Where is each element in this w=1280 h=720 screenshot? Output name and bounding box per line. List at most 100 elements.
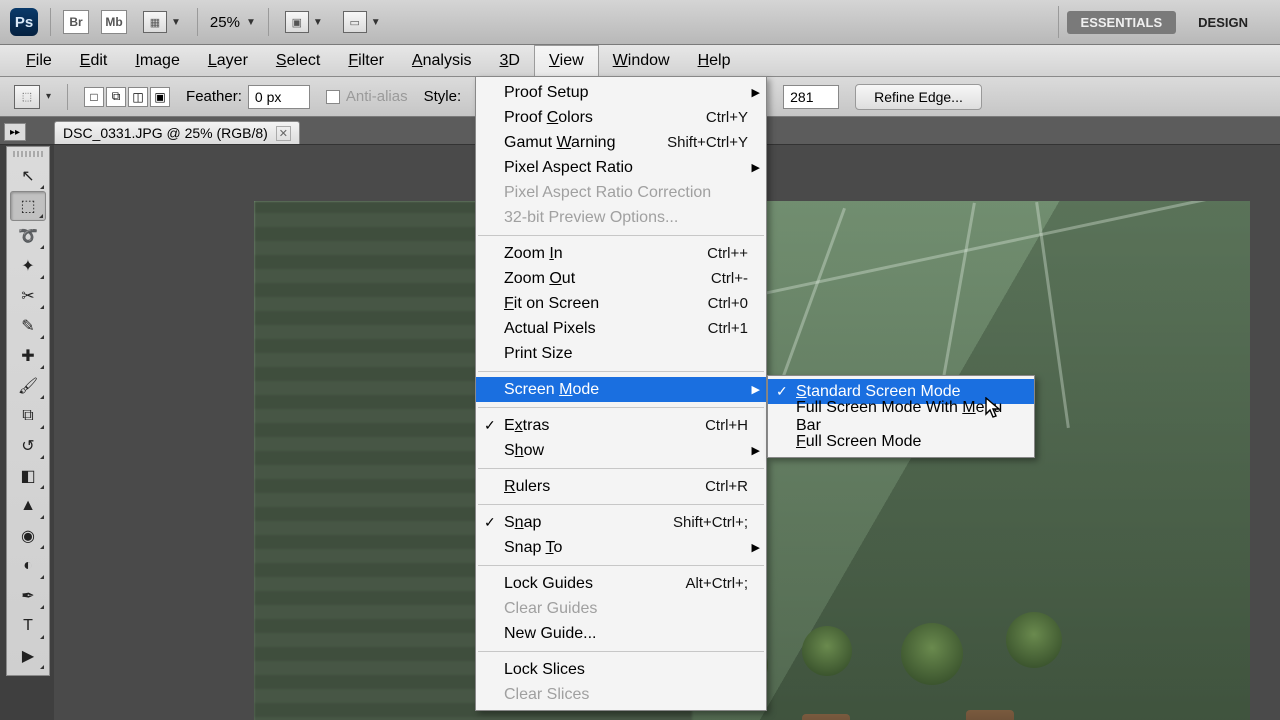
screen-mode-submenu: ✓Standard Screen ModeFull Screen Mode Wi… [767, 375, 1035, 458]
launch-bridge-button[interactable]: Br [63, 10, 89, 34]
type-tool[interactable]: T [10, 611, 46, 641]
menu-filter[interactable]: Filter [334, 45, 398, 76]
zoom-level-dropdown[interactable]: 25% ▼ [210, 14, 256, 31]
height-input[interactable] [783, 85, 839, 109]
menu-separator [478, 371, 764, 372]
document-tab-title: DSC_0331.JPG @ 25% (RGB/8) [63, 125, 268, 141]
panel-grip[interactable] [13, 151, 43, 157]
menu-item-snap[interactable]: ✓SnapShift+Ctrl+; [476, 510, 766, 535]
menu-bar: FileEditImageLayerSelectFilterAnalysis3D… [0, 45, 1280, 77]
brush-tool[interactable]: 🖌 [10, 371, 46, 401]
path-selection-tool[interactable]: ▶ [10, 641, 46, 671]
menu-item-proof-colors[interactable]: Proof ColorsCtrl+Y [476, 105, 766, 130]
tool-preset-picker[interactable]: ⬚ ▾ [14, 85, 51, 109]
dodge-tool[interactable]: ◐ [10, 551, 46, 581]
menu-separator [478, 235, 764, 236]
close-tab-button[interactable]: ✕ [276, 126, 291, 141]
submenu-arrow-icon: ▶ [752, 383, 760, 396]
expand-panels-button[interactable]: ▸▸ [4, 123, 26, 141]
application-bar: Ps Br Mb ▦ ▼ 25% ▼ ▣ ▼ ▭ ▼ ESSENTIALS DE… [0, 0, 1280, 45]
eraser-tool[interactable]: ◧ [10, 461, 46, 491]
screen-icon: ▭ [343, 11, 367, 33]
menu-select[interactable]: Select [262, 45, 334, 76]
workspace-design-button[interactable]: DESIGN [1184, 11, 1262, 34]
submenu-arrow-icon: ▶ [752, 161, 760, 174]
menu-item-proof-setup[interactable]: Proof Setup▶ [476, 80, 766, 105]
menu-file[interactable]: File [12, 45, 66, 76]
menu-item-rulers[interactable]: RulersCtrl+R [476, 474, 766, 499]
screen-mode-dropdown[interactable]: ▭ ▼ [339, 9, 385, 35]
filmstrip-icon: ▦ [143, 11, 167, 33]
menu-window[interactable]: Window [599, 45, 684, 76]
menu-item-print-size[interactable]: Print Size [476, 341, 766, 366]
submenu-arrow-icon: ▶ [752, 86, 760, 99]
move-tool[interactable]: ↖ [10, 161, 46, 191]
separator [268, 8, 269, 36]
menu-item-clear-slices: Clear Slices [476, 682, 766, 707]
menu-item-snap-to[interactable]: Snap To▶ [476, 535, 766, 560]
check-icon: ✓ [484, 514, 496, 531]
menu-view[interactable]: View [534, 45, 599, 76]
rectangular-marquee-tool[interactable]: ⬚ [10, 191, 46, 221]
menu-3d[interactable]: 3D [486, 45, 534, 76]
eyedropper-tool[interactable]: ✎ [10, 311, 46, 341]
menu-item-fit-on-screen[interactable]: Fit on ScreenCtrl+0 [476, 291, 766, 316]
refine-edge-button[interactable]: Refine Edge... [855, 84, 982, 110]
menu-help[interactable]: Help [684, 45, 745, 76]
view-menu-dropdown: Proof Setup▶Proof ColorsCtrl+YGamut Warn… [475, 76, 767, 711]
clone-stamp-tool[interactable]: ⧉ [10, 401, 46, 431]
add-selection-icon[interactable]: ⧉ [106, 87, 126, 107]
menu-item-lock-guides[interactable]: Lock GuidesAlt+Ctrl+; [476, 571, 766, 596]
menu-item-zoom-out[interactable]: Zoom OutCtrl+- [476, 266, 766, 291]
antialias-checkbox [326, 90, 340, 104]
workspace-essentials-button[interactable]: ESSENTIALS [1067, 11, 1177, 34]
menu-item-full-screen-mode[interactable]: Full Screen Mode [768, 429, 1034, 454]
menu-item-show[interactable]: Show▶ [476, 438, 766, 463]
separator [1058, 6, 1059, 38]
feather-input[interactable] [248, 85, 310, 109]
menu-item-gamut-warning[interactable]: Gamut WarningShift+Ctrl+Y [476, 130, 766, 155]
chevron-down-icon: ▼ [171, 17, 181, 28]
separator [67, 84, 68, 110]
marquee-icon: ⬚ [14, 85, 40, 109]
menu-item-actual-pixels[interactable]: Actual PixelsCtrl+1 [476, 316, 766, 341]
document-tab[interactable]: DSC_0331.JPG @ 25% (RGB/8) ✕ [54, 121, 300, 144]
menu-item-pixel-aspect-ratio[interactable]: Pixel Aspect Ratio▶ [476, 155, 766, 180]
check-icon: ✓ [484, 417, 496, 434]
paint-bucket-tool[interactable]: ▲ [10, 491, 46, 521]
intersect-selection-icon[interactable]: ▣ [150, 87, 170, 107]
new-selection-icon[interactable]: □ [84, 87, 104, 107]
menu-separator [478, 504, 764, 505]
menu-item-extras[interactable]: ✓ExtrasCtrl+H [476, 413, 766, 438]
menu-image[interactable]: Image [121, 45, 193, 76]
lasso-tool[interactable]: ➰ [10, 221, 46, 251]
grid-icon: ▣ [285, 11, 309, 33]
arrange-documents-dropdown[interactable]: ▣ ▼ [281, 9, 327, 35]
menu-layer[interactable]: Layer [194, 45, 262, 76]
crop-tool[interactable]: ✂ [10, 281, 46, 311]
subtract-selection-icon[interactable]: ◫ [128, 87, 148, 107]
separator [197, 8, 198, 36]
pen-tool[interactable]: ✒ [10, 581, 46, 611]
view-extras-dropdown[interactable]: ▦ ▼ [139, 9, 185, 35]
menu-edit[interactable]: Edit [66, 45, 122, 76]
check-icon: ✓ [776, 383, 788, 400]
menu-item-32-bit-preview-options: 32-bit Preview Options... [476, 205, 766, 230]
launch-minibridge-button[interactable]: Mb [101, 10, 127, 34]
blur-tool[interactable]: ◉ [10, 521, 46, 551]
menu-analysis[interactable]: Analysis [398, 45, 486, 76]
menu-item-screen-mode[interactable]: Screen Mode▶ [476, 377, 766, 402]
submenu-arrow-icon: ▶ [752, 444, 760, 457]
menu-item-new-guide[interactable]: New Guide... [476, 621, 766, 646]
selection-mode-buttons[interactable]: □ ⧉ ◫ ▣ [84, 87, 170, 107]
style-label: Style: [424, 88, 462, 105]
menu-separator [478, 651, 764, 652]
menu-item-zoom-in[interactable]: Zoom InCtrl++ [476, 241, 766, 266]
healing-brush-tool[interactable]: ✚ [10, 341, 46, 371]
menu-item-full-screen-mode-with-menu-bar[interactable]: Full Screen Mode With Menu Bar [768, 404, 1034, 429]
tools-panel: ↖⬚➰✦✂✎✚🖌⧉↺◧▲◉◐✒T▶ [6, 146, 50, 676]
magic-wand-tool[interactable]: ✦ [10, 251, 46, 281]
menu-item-lock-slices[interactable]: Lock Slices [476, 657, 766, 682]
history-brush-tool[interactable]: ↺ [10, 431, 46, 461]
menu-item-pixel-aspect-ratio-correction: Pixel Aspect Ratio Correction [476, 180, 766, 205]
